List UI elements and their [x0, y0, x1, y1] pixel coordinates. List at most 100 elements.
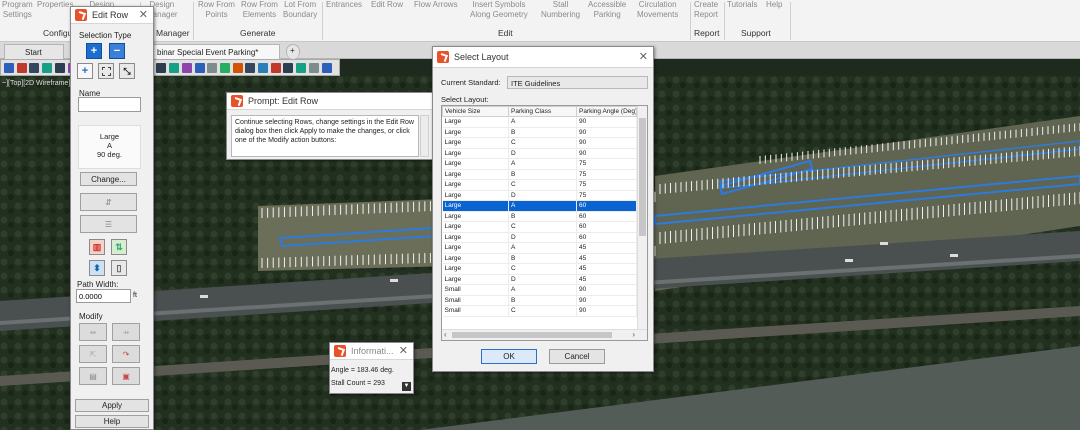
layout-row[interactable]: Large A 45 [442, 242, 637, 254]
toolbar-tool-icon[interactable] [296, 63, 307, 73]
ribbon-button[interactable]: Help [766, 0, 782, 10]
edit-row-titlebar[interactable]: Edit Row ✕ [71, 7, 153, 24]
layout-row[interactable]: Large C 60 [442, 221, 637, 233]
ribbon-button[interactable]: Properties [37, 0, 73, 10]
close-icon[interactable]: ✕ [139, 9, 148, 21]
modify-properties-button[interactable]: ▤ [79, 367, 107, 385]
ribbon-button[interactable]: Lot From Boundary [283, 0, 317, 20]
layout-row[interactable]: Large D 60 [442, 232, 637, 243]
layout-row[interactable]: Large A 75 [442, 158, 637, 170]
layout-row[interactable]: Small B 90 [442, 295, 637, 306]
swap-rows-button[interactable]: ⇅ [111, 239, 127, 255]
layout-row[interactable]: Large B 45 [442, 253, 637, 264]
toolbar-tool-icon[interactable] [4, 63, 14, 73]
ribbon-button[interactable]: Flow Arrows [414, 0, 458, 10]
crossing-select-button[interactable]: ⤡ [119, 63, 135, 79]
toolbar-tool-icon[interactable] [283, 63, 294, 73]
layout-row[interactable]: Large B 75 [442, 169, 637, 180]
prompt-titlebar[interactable]: Prompt: Edit Row [227, 93, 432, 110]
toolbar-tool-icon[interactable] [245, 63, 256, 73]
scroll-thumb[interactable] [452, 332, 612, 338]
layout-row[interactable]: Large A 60 [442, 200, 637, 212]
ribbon-button[interactable]: Entrances [326, 0, 362, 10]
toolbar-tool-icon[interactable] [54, 63, 65, 73]
remove-selection-button[interactable]: − [109, 43, 125, 59]
tab-document[interactable]: binar Special Event Parking* [150, 44, 280, 59]
layout-row[interactable]: Large C 75 [442, 179, 637, 191]
new-tab-button[interactable]: + [286, 44, 300, 59]
toolbar-tool-icon[interactable] [194, 63, 205, 73]
close-icon[interactable]: ✕ [399, 345, 408, 357]
column-header[interactable]: Parking Class [508, 106, 577, 117]
modify-rotate-button[interactable]: ↷ [112, 345, 140, 363]
toolbar-tool-icon[interactable] [156, 63, 167, 73]
modify-delete-button[interactable]: ▣ [112, 367, 140, 385]
column-header[interactable]: Parking Angle (Deg) [576, 106, 637, 117]
anchor-button[interactable]: ⬍ [89, 260, 105, 276]
layout-row[interactable]: Large B 90 [442, 127, 637, 138]
change-button[interactable]: Change... [80, 172, 137, 186]
prompt-scrollbar[interactable] [420, 115, 429, 157]
tab-start[interactable]: Start [4, 44, 64, 59]
toolbar-tool-icon[interactable] [308, 63, 319, 73]
select-layout-titlebar[interactable]: Select Layout ✕ [433, 47, 653, 68]
layout-row[interactable]: Large C 45 [442, 263, 637, 275]
toolbar-tool-icon[interactable] [232, 63, 243, 73]
layout-row[interactable]: Large A 90 [442, 116, 637, 128]
layout-row[interactable]: Large B 60 [442, 211, 637, 222]
window-select-button[interactable] [98, 63, 114, 79]
ribbon-button[interactable]: Insert Symbols Along Geometry [470, 0, 528, 20]
chevron-down-icon[interactable]: ▼ [402, 382, 411, 391]
path-width-field[interactable] [76, 289, 131, 303]
ribbon-button[interactable]: Program Settings [2, 0, 33, 20]
layout-row[interactable]: Large D 90 [442, 148, 637, 159]
toolbar-tool-icon[interactable] [207, 63, 218, 73]
modify-split-button[interactable]: ⇸ [112, 323, 140, 341]
modify-move-button[interactable]: ⇹ [79, 323, 107, 341]
toolbar-tool-icon[interactable] [321, 63, 332, 73]
toolbar-tool-icon[interactable] [270, 63, 281, 73]
ribbon-button[interactable]: Accessible Parking [588, 0, 626, 20]
ok-button[interactable]: OK [481, 349, 537, 364]
layout-row[interactable]: Small A 90 [442, 284, 637, 296]
flip-rows-button[interactable]: ▥ [89, 239, 105, 255]
layout-row[interactable]: Small C 90 [442, 305, 637, 317]
close-icon[interactable]: ✕ [639, 51, 648, 63]
chevron-left-icon[interactable]: ‹ [444, 330, 447, 339]
vertical-scrollbar[interactable] [637, 106, 647, 330]
toolbar-tool-icon[interactable] [169, 63, 180, 73]
viewport-label[interactable]: ~][Top][2D Wireframe] [2, 80, 70, 87]
row-direction-button[interactable]: ⇵ [80, 193, 137, 211]
layout-row[interactable]: Large D 75 [442, 190, 637, 201]
ribbon-button[interactable]: Tutorials [727, 0, 757, 10]
scroll-thumb[interactable] [639, 118, 646, 236]
ribbon-button[interactable]: Row From Points [198, 0, 235, 20]
toolbar-tool-icon[interactable] [258, 63, 268, 73]
information-titlebar[interactable]: Informati... ✕ [330, 343, 413, 360]
layout-cell: B [508, 169, 577, 180]
name-field[interactable] [78, 97, 141, 112]
ribbon-button[interactable]: Edit Row [371, 0, 403, 10]
ribbon-button[interactable]: Create Report [694, 0, 718, 20]
toolbar-tool-icon[interactable] [29, 63, 40, 73]
toolbar-tool-icon[interactable] [181, 63, 192, 73]
row-align-button[interactable]: ☰ [80, 215, 137, 233]
toolbar-tool-icon[interactable] [16, 63, 27, 73]
modify-offset-button[interactable]: ⇱ [79, 345, 107, 363]
apply-button[interactable]: Apply [75, 399, 149, 412]
horizontal-scrollbar[interactable]: ‹ › [442, 329, 647, 340]
layout-row[interactable]: Large C 90 [442, 137, 637, 149]
stall-button[interactable]: ▯ [111, 260, 127, 276]
column-header[interactable]: Vehicle Size [442, 106, 509, 117]
toolbar-tool-icon[interactable] [42, 63, 53, 73]
help-button[interactable]: Help [75, 415, 149, 428]
layout-row[interactable]: Large D 45 [442, 274, 637, 285]
ribbon-button[interactable]: Row From Elements [241, 0, 278, 20]
toolbar-tool-icon[interactable] [219, 63, 230, 73]
ribbon-button[interactable]: Circulation Movements [637, 0, 678, 20]
cancel-button[interactable]: Cancel [549, 349, 605, 364]
pick-select-button[interactable]: + [77, 63, 93, 79]
ribbon-button[interactable]: Stall Numbering [541, 0, 580, 20]
add-selection-button[interactable]: + [86, 43, 102, 59]
chevron-right-icon[interactable]: › [632, 330, 635, 339]
